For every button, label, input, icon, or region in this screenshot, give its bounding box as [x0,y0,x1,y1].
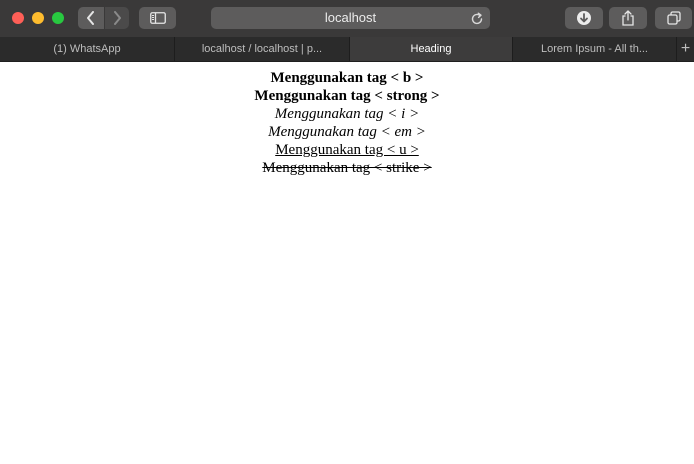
tab-overview-button[interactable] [655,7,692,29]
underline-text: Menggunakan tag < u > [275,142,419,158]
close-window-button[interactable] [12,12,24,24]
address-text: localhost [324,10,377,25]
tab-overview-icon [666,11,681,25]
browser-toolbar: localhost [0,0,694,37]
italic-text-line: Menggunakan tag < i > [274,106,420,122]
share-icon [622,10,634,26]
reload-button[interactable] [470,11,484,33]
maximize-window-button[interactable] [52,12,64,24]
minimize-window-button[interactable] [32,12,44,24]
tab-heading[interactable]: Heading [350,37,513,61]
emphasis-text-line: Menggunakan tag < em > [268,124,426,140]
tab-whatsapp[interactable]: (1) WhatsApp [0,37,175,61]
strike-text: Menggunakan tag < strike > [262,160,432,176]
strong-text-line: Menggunakan tag < strong > [254,88,440,104]
tab-label: (1) WhatsApp [53,43,121,55]
share-button[interactable] [609,7,647,29]
download-button[interactable] [565,7,603,29]
page-content: Menggunakan tag < b > Menggunakan tag < … [0,62,694,464]
back-button[interactable] [78,7,104,29]
strike-text-line: Menggunakan tag < strike > [0,159,694,177]
chevron-left-icon [87,11,94,25]
sidebar-toggle-button[interactable] [139,7,176,29]
tab-label: localhost / localhost | p... [201,43,323,55]
chevron-right-icon [114,11,121,25]
address-bar[interactable]: localhost [211,7,490,29]
download-icon [577,11,591,25]
tab-localhost[interactable]: localhost / localhost | p... [175,37,350,61]
underline-text-line: Menggunakan tag < u > [0,141,694,159]
tab-label: Lorem Ipsum - All th... [541,43,648,55]
reload-icon [471,12,483,25]
tab-lorem-ipsum[interactable]: Lorem Ipsum - All th... [513,37,677,61]
bold-text-line: Menggunakan tag < b > [270,70,424,86]
new-tab-button[interactable]: + [677,37,694,61]
forward-button[interactable] [105,7,129,29]
tab-bar: (1) WhatsApp localhost / localhost | p..… [0,37,694,62]
tab-label: Heading [410,43,452,55]
sidebar-icon [149,12,166,24]
